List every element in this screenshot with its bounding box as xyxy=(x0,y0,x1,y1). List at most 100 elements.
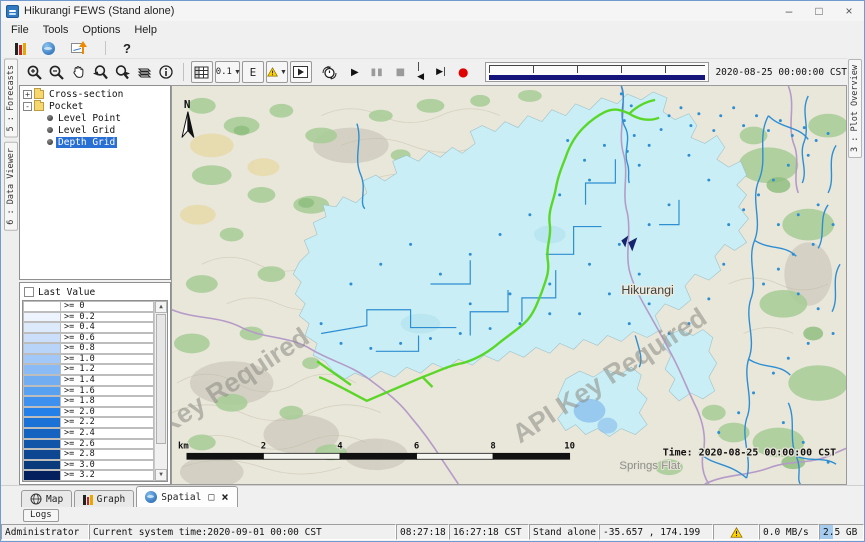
legend-row[interactable]: >= 0.6 xyxy=(23,333,154,344)
status-mode: Stand alone xyxy=(529,524,599,540)
tab-maximize-icon[interactable]: □ xyxy=(208,492,214,503)
timeseries-chart-icon xyxy=(71,41,87,55)
tab-spatial-label: Spatial xyxy=(161,492,201,503)
legend-row[interactable]: >= 1.6 xyxy=(23,386,154,397)
legend-row[interactable]: >= 0.4 xyxy=(23,322,154,333)
tree-item[interactable]: - Pocket xyxy=(20,100,170,112)
help-button[interactable]: ? xyxy=(116,37,138,59)
grid-display-button[interactable] xyxy=(191,61,213,83)
play-box-icon xyxy=(293,66,308,78)
play-button[interactable]: ▶ xyxy=(351,67,359,78)
pan-button[interactable] xyxy=(67,61,89,83)
last-value-checkbox[interactable] xyxy=(24,287,34,297)
legend-row[interactable]: >= 1.2 xyxy=(23,364,154,375)
legend-row[interactable]: >= 1.8 xyxy=(23,396,154,407)
menu-item[interactable]: Tools xyxy=(36,23,76,37)
time-slider[interactable] xyxy=(485,62,710,82)
map-view[interactable]: API Key Required API Key Required Hikura… xyxy=(171,85,847,485)
event-mode-button[interactable]: E xyxy=(242,61,264,83)
legend-row[interactable]: >= 2.6 xyxy=(23,439,154,450)
scroll-thumb[interactable] xyxy=(156,314,166,444)
tree-item[interactable]: + Cross-section xyxy=(20,88,170,100)
interval-dropdown[interactable]: 0.1 ▼ xyxy=(215,61,240,83)
minimize-button[interactable]: – xyxy=(774,4,804,18)
legend-row[interactable]: >= 3.0 xyxy=(23,460,154,471)
zoom-previous-button[interactable] xyxy=(89,61,111,83)
left-panel: + Cross-section - Pocket Level Point Lev… xyxy=(19,85,171,485)
legend-threshold-label: >= 2.4 xyxy=(61,428,154,439)
status-memory: 2.5 GB xyxy=(819,524,864,540)
info-button[interactable] xyxy=(155,61,177,83)
layers-button[interactable] xyxy=(133,61,155,83)
scroll-down-icon[interactable]: ▼ xyxy=(155,469,167,481)
tab-close-icon[interactable]: × xyxy=(221,490,228,504)
zoom-next-button[interactable] xyxy=(111,61,133,83)
tree-node-icon xyxy=(47,139,53,145)
legend-row[interactable]: >= 1.4 xyxy=(23,375,154,386)
time-slider-bar xyxy=(489,75,706,80)
tree-node-icon xyxy=(47,115,53,121)
map-canvas[interactable]: API Key Required API Key Required Hikura… xyxy=(172,86,846,484)
tree-item[interactable]: Level Grid xyxy=(20,124,170,136)
tab-graph[interactable]: Graph xyxy=(74,490,134,507)
tree-expander[interactable]: - xyxy=(23,102,32,111)
legend-row[interactable]: >= 2.2 xyxy=(23,417,154,428)
wireframe-globe-icon xyxy=(30,493,42,505)
tab-map[interactable]: Map xyxy=(21,490,72,507)
timeseries-button[interactable] xyxy=(63,37,95,59)
pause-button[interactable]: ▮▮ xyxy=(371,67,384,78)
tree-expander[interactable]: + xyxy=(23,90,32,99)
menu-item[interactable]: Options xyxy=(75,23,127,37)
close-button[interactable]: × xyxy=(834,4,864,18)
legend-threshold-label: >= 0.4 xyxy=(61,322,154,333)
menu-item[interactable]: File xyxy=(4,23,36,37)
scroll-up-icon[interactable]: ▲ xyxy=(155,301,167,313)
map-toolbar: 0.1 ▼ E ▼ xyxy=(19,58,847,86)
side-panel-tab[interactable]: 6 : Data Viewer xyxy=(4,142,18,231)
tree-item-label: Cross-section xyxy=(47,89,125,100)
step-forward-button[interactable]: ▶| xyxy=(436,67,446,77)
legend-row[interactable]: >= 1.0 xyxy=(23,354,154,365)
side-panel-tab[interactable]: 5 : Forecasts xyxy=(4,59,18,138)
map-display-button[interactable] xyxy=(34,37,63,59)
menu-item[interactable]: Help xyxy=(127,23,164,37)
legend-scrollbar[interactable]: ▲ ▼ xyxy=(154,301,167,481)
legend-row[interactable]: >= 2.8 xyxy=(23,449,154,460)
legend-row[interactable]: >= 3.2 xyxy=(23,470,154,481)
legend-row[interactable]: >= 2.4 xyxy=(23,428,154,439)
app-logo-icon xyxy=(6,5,19,18)
step-back-button[interactable]: |◀ xyxy=(417,62,424,82)
map-time-label: Time: 2020-08-25 00:00:00 CST xyxy=(663,446,836,458)
database-button[interactable] xyxy=(7,37,34,59)
zoom-in-button[interactable] xyxy=(23,61,45,83)
tab-spatial[interactable]: Spatial □ × xyxy=(136,486,237,507)
event-mode-label: E xyxy=(250,66,257,79)
animation-panel-button[interactable] xyxy=(290,61,312,83)
toolbar-separator xyxy=(105,41,106,55)
warnings-dropdown[interactable]: ▼ xyxy=(266,61,288,83)
legend-color-swatch xyxy=(23,470,61,481)
side-panel-tab[interactable]: 3 : Plot Overview xyxy=(848,59,862,158)
legend-row[interactable]: >= 0 xyxy=(23,301,154,312)
tree-item[interactable]: Depth Grid xyxy=(20,136,170,148)
bottom-tab-bar: Map Graph Spatial □ × xyxy=(1,485,864,507)
window-title: Hikurangi FEWS (Stand alone) xyxy=(24,5,174,17)
legend-row[interactable]: >= 0.8 xyxy=(23,343,154,354)
zoom-in-icon xyxy=(26,64,43,81)
legend-row[interactable]: >= 0.2 xyxy=(23,312,154,323)
status-warning[interactable] xyxy=(713,524,759,540)
tree-item-label: Pocket xyxy=(47,101,85,112)
zoom-out-button[interactable] xyxy=(45,61,67,83)
stop-button[interactable]: ■ xyxy=(396,67,405,78)
right-tab-strip: 3 : Plot Overview xyxy=(847,57,863,485)
tree-item[interactable]: Level Point xyxy=(20,112,170,124)
maximize-button[interactable]: □ xyxy=(804,4,834,18)
animation-settings-button[interactable] xyxy=(319,61,341,83)
scale-tick-label: 2 xyxy=(261,441,266,451)
logs-button[interactable]: Logs xyxy=(23,509,59,522)
legend-row[interactable]: >= 2.0 xyxy=(23,407,154,418)
legend-color-swatch xyxy=(23,354,61,365)
info-icon xyxy=(158,64,174,80)
record-button[interactable]: ● xyxy=(458,65,468,79)
status-system-time: Current system time:2020-09-01 00:00 CST xyxy=(89,524,396,540)
